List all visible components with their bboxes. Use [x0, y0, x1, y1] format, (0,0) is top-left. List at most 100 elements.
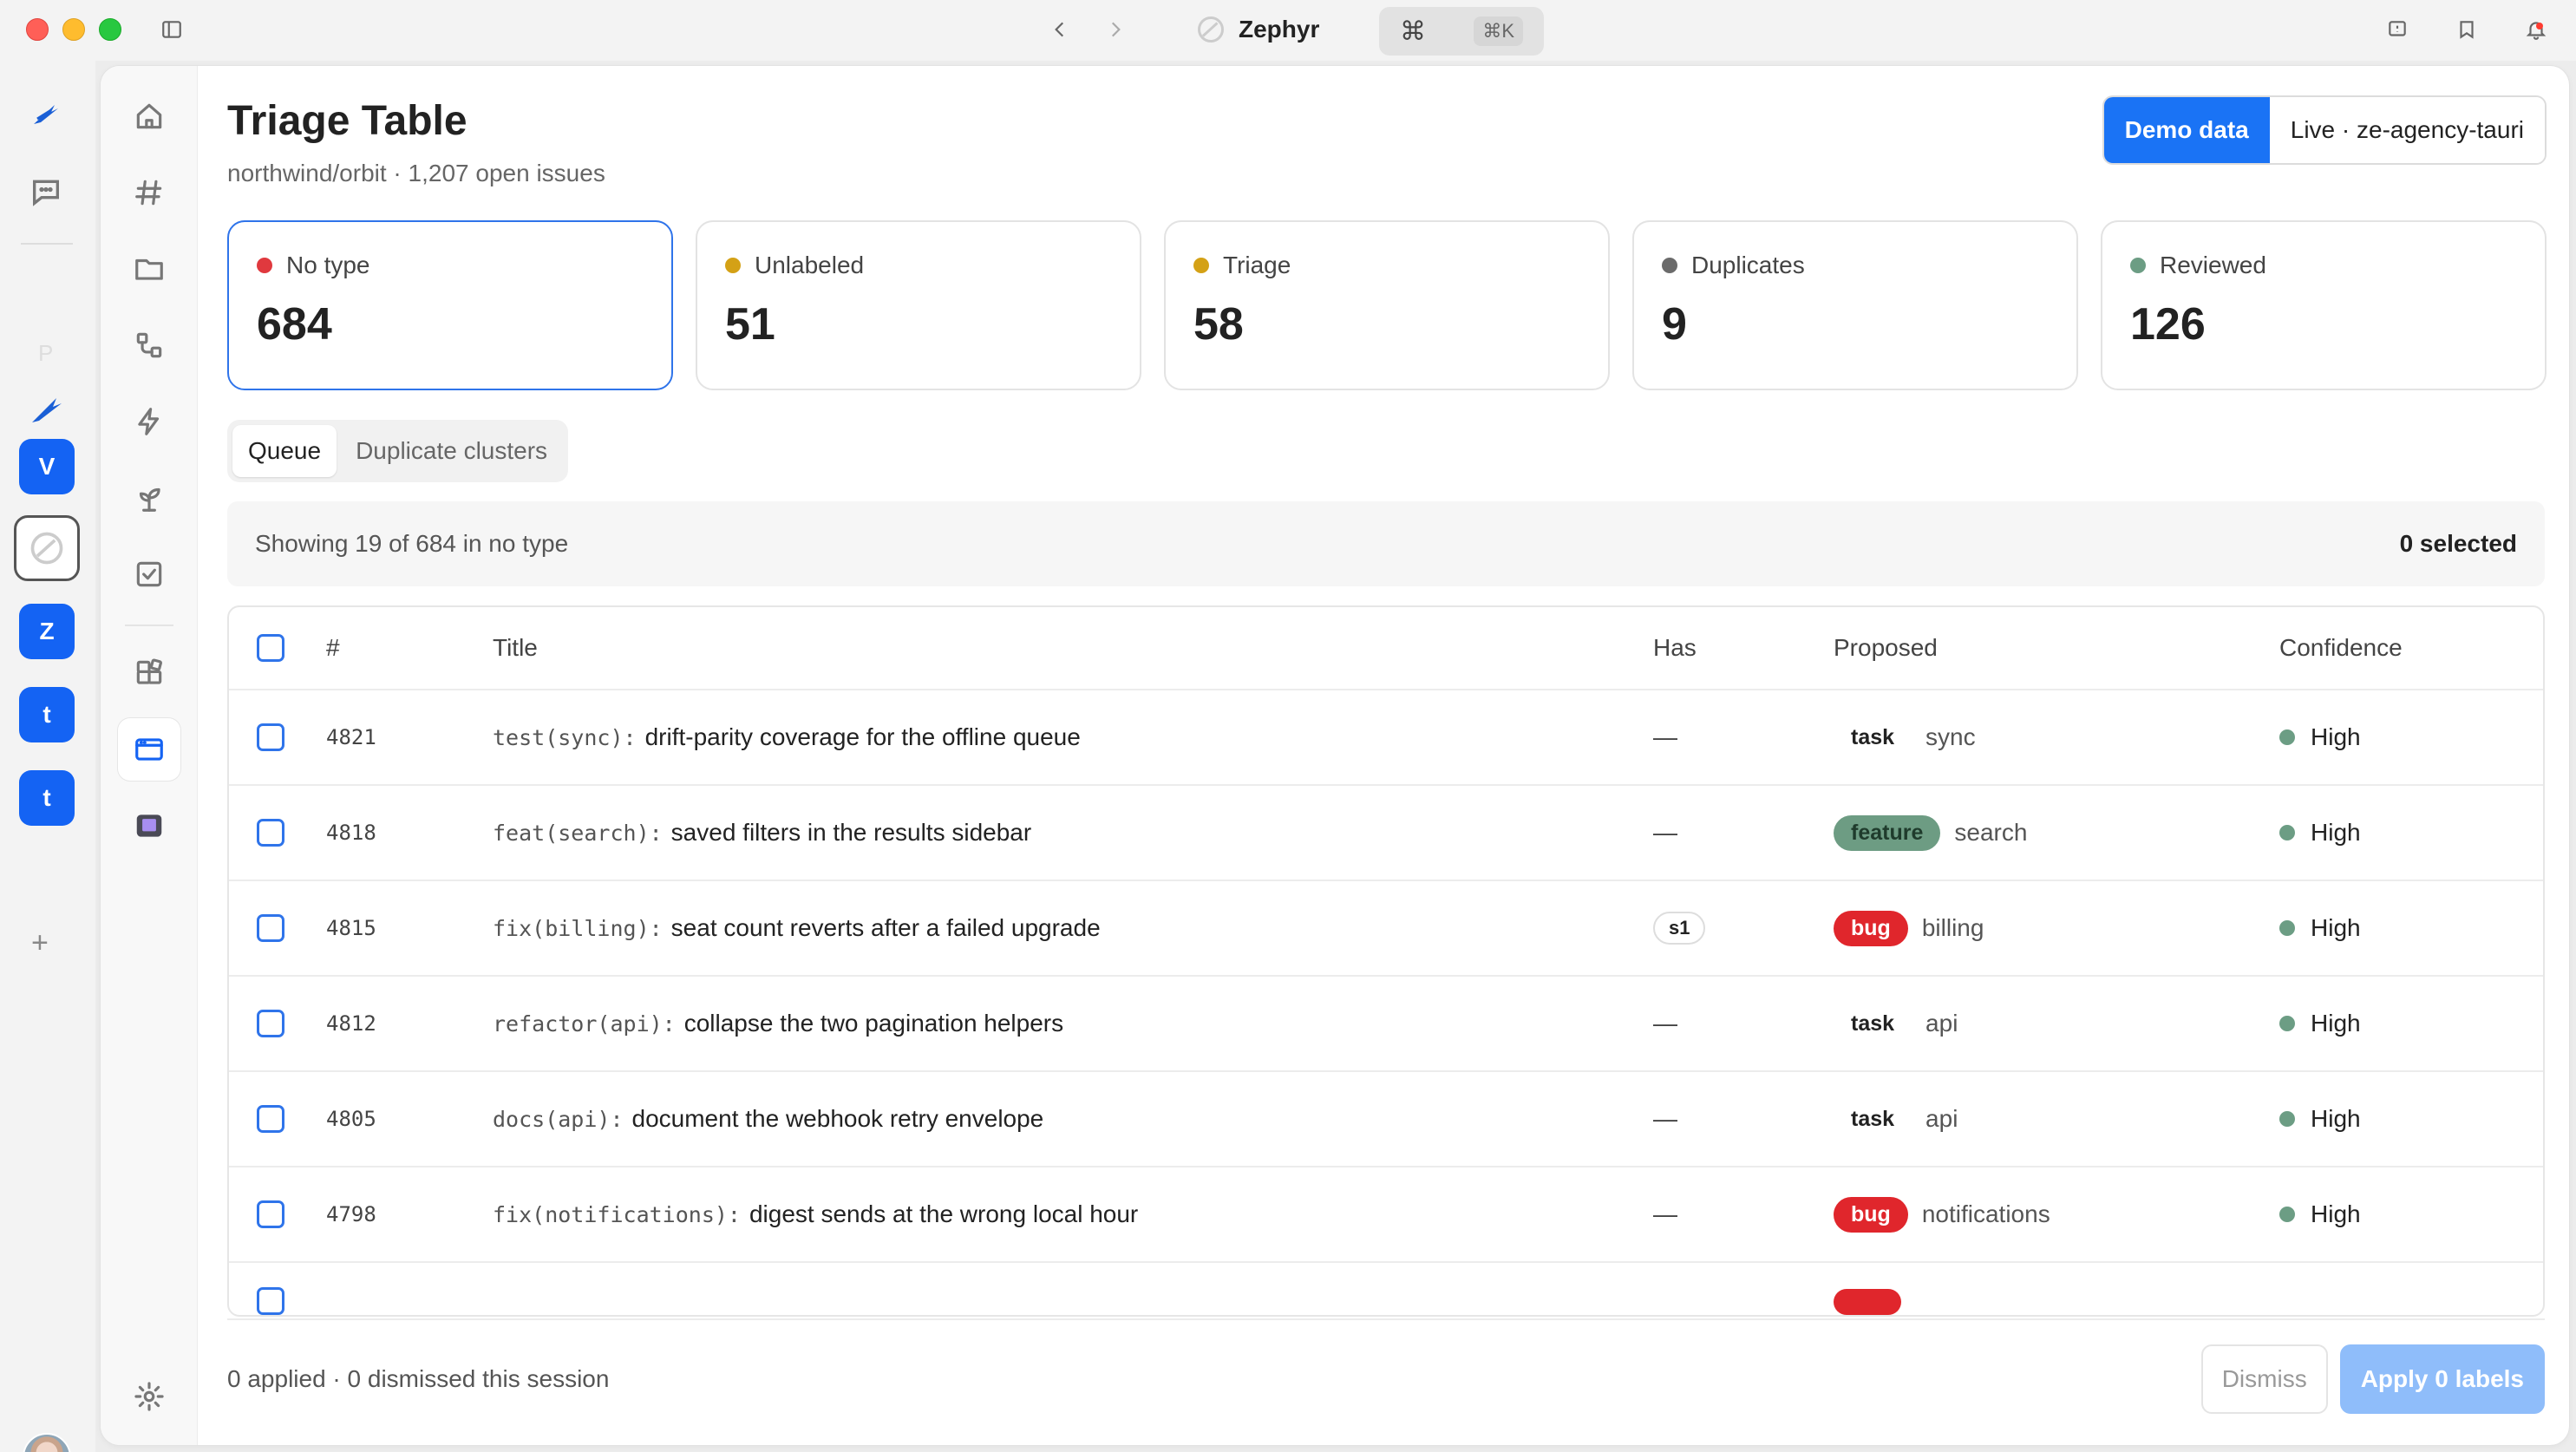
column-header-confidence[interactable]: Confidence: [2279, 607, 2403, 689]
select-all-checkbox[interactable]: [257, 634, 284, 662]
issue-title[interactable]: drift-parity coverage for the offline qu…: [645, 723, 1081, 751]
zoom-window-button[interactable]: [99, 18, 121, 41]
browser-window-icon[interactable]: [118, 718, 180, 781]
sprout-icon[interactable]: [118, 467, 180, 529]
row-checkbox[interactable]: [257, 819, 284, 847]
feedback-icon[interactable]: [2382, 14, 2413, 45]
issue-title[interactable]: saved filters in the results sidebar: [671, 819, 1032, 847]
brand-workspace-icon[interactable]: [17, 382, 75, 439]
table-row[interactable]: 4818 feat(search): saved filters in the r…: [229, 786, 2543, 881]
dismiss-button[interactable]: Dismiss: [2200, 1344, 2328, 1414]
lightning-icon[interactable]: [118, 390, 180, 453]
stat-card-duplicates[interactable]: Duplicates 9: [1632, 220, 2078, 390]
status-dot: [2130, 258, 2146, 273]
row-checkbox[interactable]: [257, 1105, 284, 1133]
workspace-zephyr-active[interactable]: [14, 515, 80, 581]
proposed-type-tag[interactable]: task: [1834, 1102, 1912, 1137]
stat-label: Unlabeled: [755, 252, 865, 278]
issue-scope: fix(billing):: [493, 915, 663, 941]
has-labels: —: [1653, 1010, 1677, 1037]
proposed-type-tag[interactable]: feature: [1834, 814, 1941, 851]
row-checkbox[interactable]: [257, 914, 284, 942]
status-dot: [725, 258, 741, 273]
table-row[interactable]: 4815 fix(billing): seat count reverts aft…: [229, 881, 2543, 977]
stat-value: 58: [1193, 299, 1244, 350]
table-row[interactable]: 4821 test(sync): drift-parity coverage fo…: [229, 690, 2543, 786]
row-checkbox[interactable]: [257, 1200, 284, 1228]
minimize-window-button[interactable]: [62, 18, 85, 41]
tab-queue[interactable]: Queue: [232, 425, 337, 477]
preview-app-icon[interactable]: [118, 795, 180, 857]
close-window-button[interactable]: [26, 18, 49, 41]
status-dot: [1193, 258, 1209, 273]
user-avatar[interactable]: [23, 1433, 71, 1452]
row-checkbox[interactable]: [257, 723, 284, 751]
workspace-z[interactable]: Z: [19, 604, 75, 659]
proposed-area: search: [1954, 819, 2028, 846]
stat-card-reviewed[interactable]: Reviewed 126: [2101, 220, 2547, 390]
table-row[interactable]: 4812 refactor(api): collapse the two pagi…: [229, 977, 2543, 1072]
issue-number: 4821: [326, 725, 376, 749]
settings-gear-icon[interactable]: [118, 1365, 180, 1428]
table-row[interactable]: 4805 docs(api): document the webhook retr…: [229, 1072, 2543, 1167]
confidence-dot: [2279, 1207, 2295, 1222]
forward-arrow-icon[interactable]: [1100, 14, 1131, 45]
chat-bubble-icon[interactable]: [17, 163, 75, 220]
workspace-t-2[interactable]: t: [19, 770, 75, 826]
app-name: Zephyr: [1239, 16, 1320, 43]
table-row-partial[interactable]: [229, 1263, 2543, 1315]
column-header-number[interactable]: #: [326, 607, 340, 689]
row-checkbox[interactable]: [257, 1287, 284, 1315]
sidebar-toggle-icon[interactable]: [156, 14, 187, 45]
proposed-area: sync: [1925, 723, 1976, 750]
issue-title[interactable]: document the webhook retry envelope: [632, 1105, 1044, 1133]
stat-value: 51: [725, 299, 775, 350]
add-workspace-button[interactable]: +: [31, 926, 49, 960]
apply-labels-button[interactable]: Apply 0 labels: [2339, 1344, 2545, 1414]
checkbox-icon[interactable]: [118, 543, 180, 605]
tab-duplicate-clusters[interactable]: Duplicate clusters: [340, 425, 563, 477]
issue-title[interactable]: seat count reverts after a failed upgrad…: [671, 914, 1101, 942]
brand-logo-icon[interactable]: [17, 87, 75, 144]
proposed-type-tag[interactable]: task: [1834, 1006, 1912, 1042]
issue-number: 4812: [326, 1011, 376, 1036]
issue-title[interactable]: digest sends at the wrong local hour: [749, 1200, 1138, 1228]
demo-data-option[interactable]: Demo data: [2103, 97, 2270, 163]
proposed-type-tag[interactable]: task: [1834, 720, 1912, 755]
command-palette-button[interactable]: ⌘ ⌘K: [1379, 7, 1544, 56]
column-header-title[interactable]: Title: [493, 607, 538, 689]
issue-title[interactable]: collapse the two pagination helpers: [684, 1010, 1063, 1037]
table-row[interactable]: 4798 fix(notifications): digest sends at …: [229, 1167, 2543, 1263]
stat-card-unlabeled[interactable]: Unlabeled 51: [696, 220, 1141, 390]
column-header-proposed[interactable]: Proposed: [1834, 607, 1938, 689]
stat-label: Triage: [1223, 252, 1291, 278]
selected-count: 0 selected: [2399, 530, 2517, 557]
workflow-icon[interactable]: [118, 314, 180, 376]
bookmark-icon[interactable]: [2451, 14, 2482, 45]
stat-cards: No type 684 Unlabeled 51 Triage 58 Dupli…: [227, 220, 2547, 390]
stat-label: Reviewed: [2160, 252, 2266, 278]
hash-icon[interactable]: [118, 161, 180, 224]
workspace-t-1[interactable]: t: [19, 687, 75, 742]
has-labels: —: [1653, 1200, 1677, 1227]
shortcut-hint: ⌘K: [1474, 16, 1523, 46]
row-checkbox[interactable]: [257, 1010, 284, 1037]
proposed-type-tag[interactable]: bug: [1834, 910, 1908, 946]
widgets-icon[interactable]: [118, 642, 180, 704]
proposed-type-tag[interactable]: bug: [1834, 1196, 1908, 1233]
folder-icon[interactable]: [118, 238, 180, 300]
live-data-option[interactable]: Live · ze-agency-tauri: [2269, 97, 2545, 163]
stat-card-no-type[interactable]: No type 684: [227, 220, 673, 390]
has-labels: —: [1653, 819, 1677, 846]
column-header-has[interactable]: Has: [1653, 607, 1697, 689]
confidence-dot: [2279, 1016, 2295, 1031]
proposed-type-tag[interactable]: [1834, 1289, 1901, 1315]
stat-card-triage[interactable]: Triage 58: [1164, 220, 1610, 390]
nav-sidebar: [101, 66, 198, 1445]
workspace-v[interactable]: V: [19, 439, 75, 494]
home-icon[interactable]: [118, 85, 180, 147]
action-footer: 0 applied · 0 dismissed this session Dis…: [227, 1318, 2545, 1438]
proposed-area: api: [1925, 1105, 1958, 1132]
notifications-bell-icon[interactable]: [2520, 14, 2552, 45]
back-arrow-icon[interactable]: [1044, 14, 1076, 45]
